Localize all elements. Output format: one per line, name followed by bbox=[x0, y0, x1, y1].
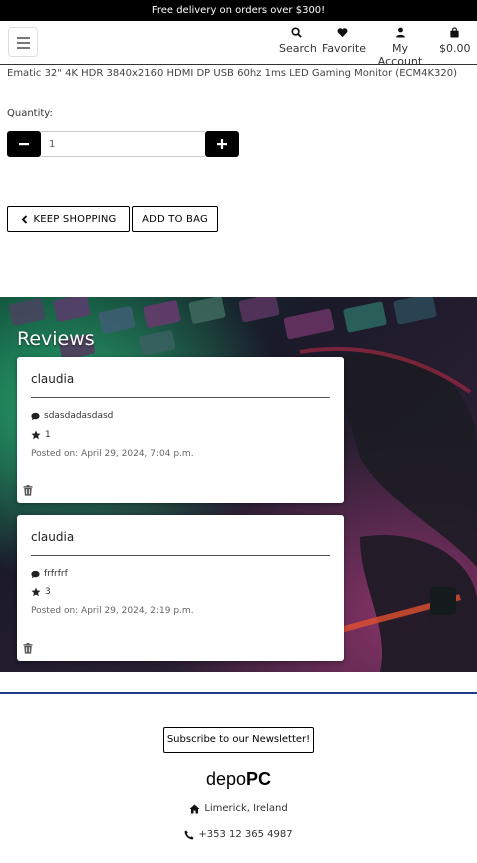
review-date: Posted on: April 29, 2024, 2:19 p.m. bbox=[31, 606, 194, 616]
review-divider bbox=[31, 555, 330, 556]
footer-address: Limerick, Ireland bbox=[0, 803, 477, 814]
reviews-heading: Reviews bbox=[17, 328, 95, 350]
product-name: Ematic 32" 4K HDR 3840x2160 HDMI DP USB … bbox=[7, 68, 458, 79]
quantity-label: Quantity: bbox=[7, 108, 53, 119]
increment-quantity-button[interactable] bbox=[205, 131, 239, 157]
nav-account-link[interactable]: My Account bbox=[371, 27, 429, 68]
add-to-bag-button[interactable]: ADD TO BAG bbox=[132, 206, 218, 232]
home-icon bbox=[189, 804, 200, 813]
brand-bold-text: PC bbox=[246, 769, 272, 789]
promo-banner: Free delivery on orders over $300! bbox=[0, 0, 477, 19]
chevron-left-icon bbox=[21, 214, 27, 224]
review-rating-value: 1 bbox=[45, 430, 51, 440]
add-to-bag-label: ADD TO BAG bbox=[142, 213, 208, 225]
quantity-input[interactable]: 1 bbox=[41, 131, 205, 157]
footer-brand-logo[interactable]: depoPC bbox=[0, 769, 477, 790]
star-icon bbox=[31, 430, 41, 440]
nav-account-label: My Account bbox=[377, 42, 423, 68]
comment-icon bbox=[31, 570, 40, 578]
review-rating: 1 bbox=[31, 430, 51, 440]
footer-phone[interactable]: +353 12 365 4987 bbox=[0, 829, 477, 840]
reviews-section: Reviews claudia sdasdadasdasd 1 Posted o… bbox=[0, 297, 477, 672]
phone-icon bbox=[184, 830, 194, 839]
review-date: Posted on: April 29, 2024, 7:04 p.m. bbox=[31, 449, 194, 459]
trash-icon bbox=[23, 643, 33, 654]
brand-light-text: depo bbox=[205, 769, 247, 789]
decrement-quantity-button[interactable] bbox=[7, 131, 41, 157]
minus-icon bbox=[19, 143, 29, 146]
delete-review-button[interactable] bbox=[23, 483, 33, 501]
nav-bag-link[interactable]: $0.00 bbox=[439, 27, 471, 55]
footer-phone-text: +353 12 365 4987 bbox=[198, 829, 293, 840]
review-rating-value: 3 bbox=[45, 587, 51, 597]
review-author: claudia bbox=[31, 372, 75, 386]
review-divider bbox=[31, 397, 330, 398]
keep-shopping-button[interactable]: KEEP SHOPPING bbox=[7, 206, 130, 232]
review-card: claudia sdasdadasdasd 1 Posted on: April… bbox=[17, 357, 344, 503]
heart-icon bbox=[337, 28, 347, 38]
shopping-bag-icon bbox=[449, 27, 459, 38]
keep-shopping-label: KEEP SHOPPING bbox=[33, 213, 117, 225]
plus-icon bbox=[217, 139, 227, 149]
footer-divider bbox=[0, 692, 477, 694]
review-comment-text: sdasdadasdasd bbox=[44, 411, 114, 421]
delete-review-button[interactable] bbox=[23, 641, 33, 659]
top-nav: Search Favorite My Account $0.00 bbox=[0, 21, 477, 68]
review-comment: frfrfrf bbox=[31, 569, 68, 579]
nav-search-link[interactable]: Search bbox=[279, 27, 317, 55]
nav-favorite-label: Favorite bbox=[322, 42, 366, 55]
user-icon bbox=[395, 27, 405, 38]
comment-icon bbox=[31, 412, 40, 420]
nav-bag-total: $0.00 bbox=[439, 42, 471, 55]
review-card: claudia frfrfrf 3 Posted on: April 29, 2… bbox=[17, 515, 344, 661]
review-comment: sdasdadasdasd bbox=[31, 411, 113, 421]
nav-search-label: Search bbox=[279, 42, 317, 55]
review-rating: 3 bbox=[31, 587, 51, 597]
review-author: claudia bbox=[31, 530, 75, 544]
newsletter-subscribe-button[interactable]: Subscribe to our Newsletter! bbox=[163, 727, 314, 753]
footer-address-text: Limerick, Ireland bbox=[204, 803, 288, 814]
star-icon bbox=[31, 587, 41, 597]
review-comment-text: frfrfrf bbox=[44, 569, 68, 579]
nav-favorite-link[interactable]: Favorite bbox=[322, 27, 366, 55]
search-icon bbox=[290, 27, 302, 38]
trash-icon bbox=[23, 485, 33, 496]
hamburger-menu-button[interactable] bbox=[8, 27, 38, 57]
